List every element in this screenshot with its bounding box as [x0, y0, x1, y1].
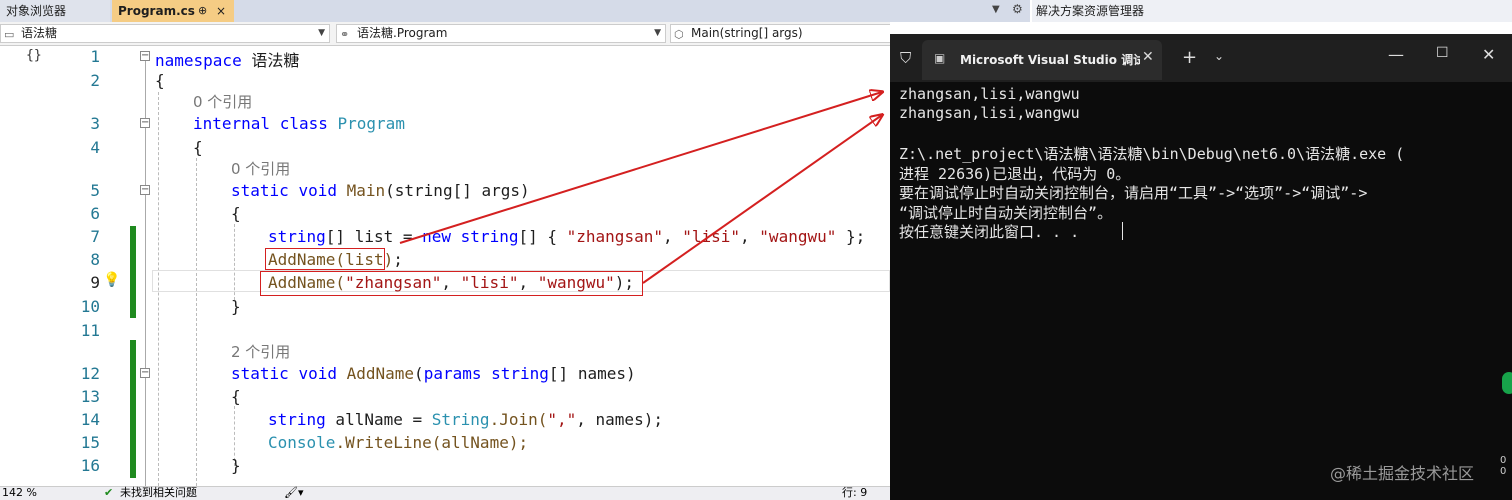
annotation-arrows — [399, 0, 1512, 284]
arrow-to-first-output — [399, 92, 882, 244]
arrow-to-second-output — [642, 115, 882, 284]
